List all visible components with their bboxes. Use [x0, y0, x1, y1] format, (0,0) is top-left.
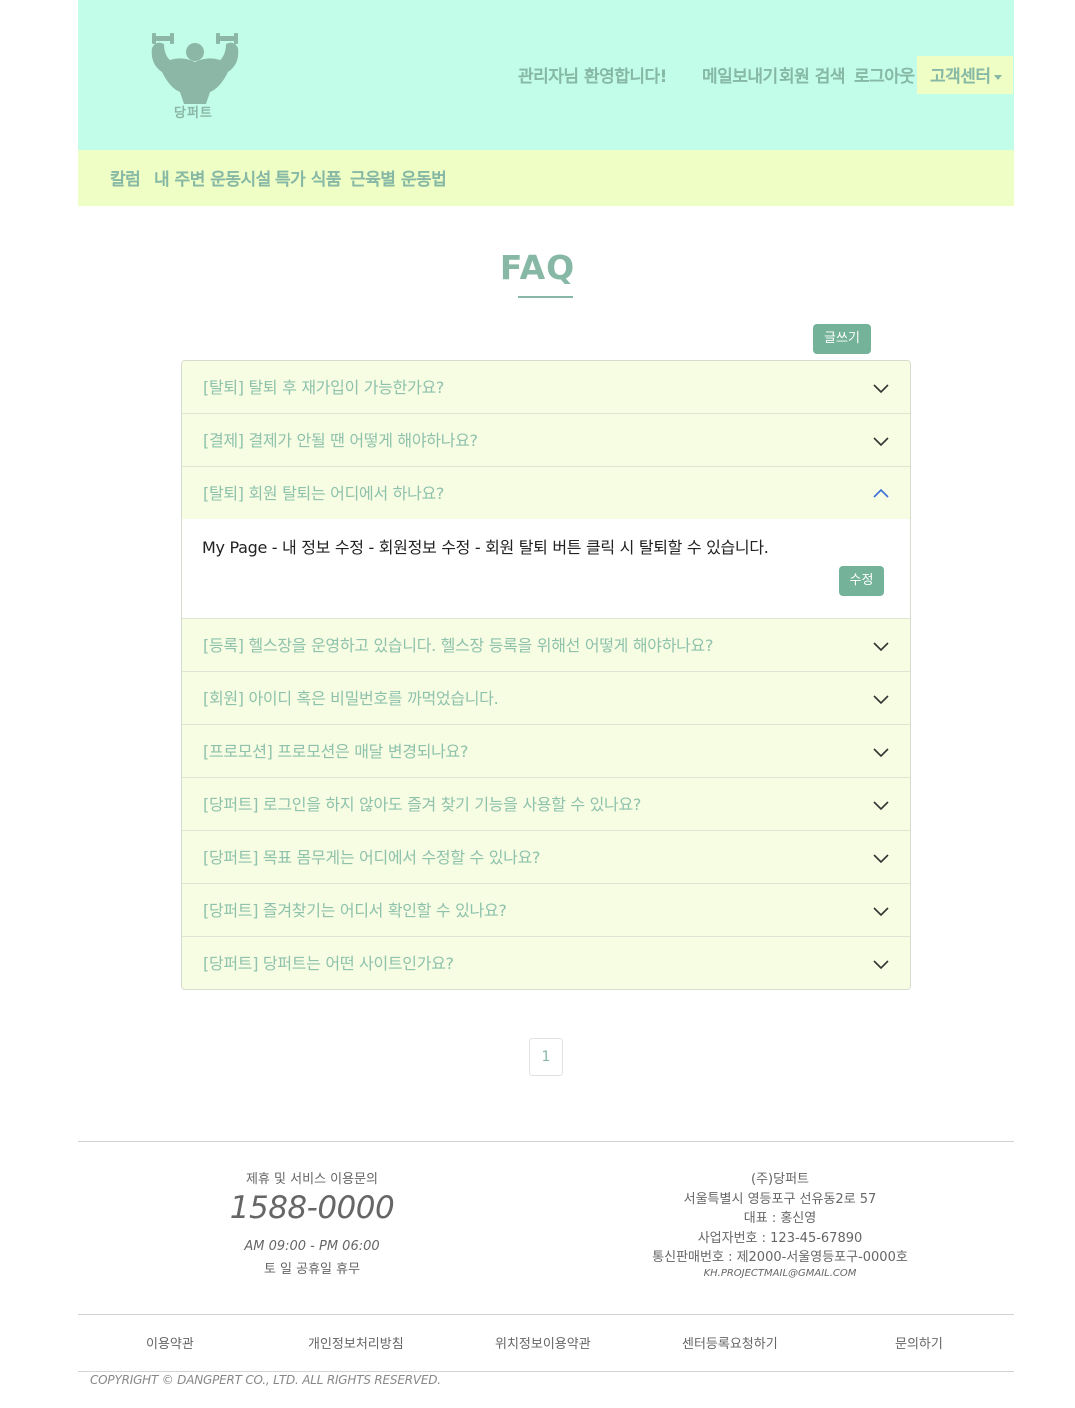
- write-button[interactable]: 글쓰기: [813, 324, 871, 354]
- faq-question: [당퍼트] 즐겨찾기는 어디서 확인할 수 있나요?: [203, 901, 507, 920]
- nav-item-nearby-gyms[interactable]: 내 주변 운동시설: [154, 165, 271, 190]
- chevron-down-icon: [873, 801, 889, 811]
- faq-item[interactable]: [당퍼트] 목표 몸무게는 어디에서 수정할 수 있나요?: [182, 831, 910, 884]
- faq-question: [회원] 아이디 혹은 비밀번호를 까먹었습니다.: [203, 689, 499, 708]
- member-search-link[interactable]: 회원 검색: [779, 62, 845, 87]
- customer-center-dropdown[interactable]: 고객센터: [917, 56, 1013, 94]
- chevron-down-icon: [873, 907, 889, 917]
- faq-question: [탈퇴] 탈퇴 후 재가입이 가능한가요?: [203, 378, 445, 397]
- faq-question: [결제] 결제가 안될 땐 어떻게 해야하나요?: [203, 431, 478, 450]
- faq-question: [당퍼트] 로그인을 하지 않아도 즐겨 찾기 기능을 사용할 수 있나요?: [203, 795, 642, 814]
- company-email[interactable]: KH.PROJECTMAIL@GMAIL.COM: [620, 1268, 940, 1279]
- nav-item-special-food[interactable]: 특가 식품: [275, 165, 341, 190]
- faq-item[interactable]: [회원] 아이디 혹은 비밀번호를 까먹었습니다.: [182, 672, 910, 725]
- site-header: 당퍼트 관리자님 환영합니다! 메일보내기 회원 검색 로그아웃 고객센터: [78, 0, 1014, 150]
- company-name: (주)당퍼트: [751, 1172, 809, 1187]
- center-registration-link[interactable]: 센터등록요청하기: [682, 1333, 778, 1352]
- welcome-message: 관리자님 환영합니다!: [518, 67, 667, 87]
- send-mail-link[interactable]: 메일보내기: [702, 62, 778, 87]
- faq-question: [당퍼트] 당퍼트는 어떤 사이트인가요?: [203, 954, 454, 973]
- nav-item-muscle-workouts[interactable]: 근육별 운동법: [350, 165, 447, 190]
- faq-question: [프로모션] 프로모션은 매달 변경되나요?: [203, 742, 469, 761]
- terms-link[interactable]: 이용약관: [146, 1333, 194, 1352]
- footer-divider: [78, 1141, 1014, 1142]
- pagination-page[interactable]: 1: [529, 1038, 563, 1076]
- faq-item[interactable]: [탈퇴] 탈퇴 후 재가입이 가능한가요?: [182, 361, 910, 414]
- faq-item[interactable]: [당퍼트] 로그인을 하지 않아도 즐겨 찾기 기능을 사용할 수 있나요?: [182, 778, 910, 831]
- chevron-down-icon: [873, 854, 889, 864]
- contact-phone: 1588-0000: [229, 1190, 395, 1226]
- caret-down-icon: [993, 74, 1002, 80]
- faq-accordion: [탈퇴] 탈퇴 후 재가입이 가능한가요? [결제] 결제가 안될 땐 어떻게 …: [181, 360, 911, 990]
- chevron-up-icon: [873, 488, 889, 498]
- company-ceo: 대표 : 홍신영: [743, 1211, 817, 1226]
- edit-button[interactable]: 수정: [839, 566, 884, 596]
- main-nav: 칼럼 내 주변 운동시설 특가 식품 근육별 운동법: [78, 150, 1014, 206]
- inquiry-link[interactable]: 문의하기: [895, 1333, 943, 1352]
- copyright-text: COPYRIGHT © DANGPERT CO., LTD. ALL RIGHT…: [90, 1373, 441, 1387]
- nav-item-column[interactable]: 칼럼: [110, 165, 141, 190]
- page-title: FAQ: [499, 248, 576, 287]
- faq-item[interactable]: [등록] 헬스장을 운영하고 있습니다. 헬스장 등록을 위해선 어떻게 해야하…: [182, 619, 910, 672]
- title-underline: [518, 296, 573, 298]
- faq-answer: My Page - 내 정보 수정 - 회원정보 수정 - 회원 탈퇴 버튼 클…: [202, 538, 769, 557]
- business-number: 사업자번호 : 123-45-67890: [697, 1231, 863, 1246]
- contact-label: 제휴 및 서비스 이용문의: [246, 1172, 378, 1187]
- location-terms-link[interactable]: 위치정보이용약관: [495, 1333, 591, 1352]
- faq-question: [당퍼트] 목표 몸무게는 어디에서 수정할 수 있나요?: [203, 848, 541, 867]
- faq-item-expanded[interactable]: [탈퇴] 회원 탈퇴는 어디에서 하나요?: [182, 467, 910, 520]
- logo-text: 당퍼트: [174, 106, 213, 121]
- faq-item[interactable]: [당퍼트] 즐겨찾기는 어디서 확인할 수 있나요?: [182, 884, 910, 937]
- business-hours: AM 09:00 - PM 06:00: [244, 1239, 380, 1254]
- faq-item[interactable]: [프로모션] 프로모션은 매달 변경되나요?: [182, 725, 910, 778]
- customer-center-label: 고객센터: [930, 67, 991, 87]
- chevron-down-icon: [873, 642, 889, 652]
- chevron-down-icon: [873, 748, 889, 758]
- faq-item[interactable]: [결제] 결제가 안될 땐 어떻게 해야하나요?: [182, 414, 910, 467]
- footer-divider: [78, 1371, 1014, 1372]
- company-address: 서울특별시 영등포구 선유동2로 57: [683, 1192, 877, 1207]
- faq-question: [등록] 헬스장을 운영하고 있습니다. 헬스장 등록을 위해선 어떻게 해야하…: [203, 636, 714, 655]
- faq-question: [탈퇴] 회원 탈퇴는 어디에서 하나요?: [203, 484, 445, 503]
- logout-link[interactable]: 로그아웃: [854, 62, 915, 87]
- mail-order-number: 통신판매번호 : 제2000-서울영등포구-0000호: [652, 1250, 908, 1265]
- faq-answer-panel: My Page - 내 정보 수정 - 회원정보 수정 - 회원 탈퇴 버튼 클…: [182, 519, 910, 619]
- privacy-policy-link[interactable]: 개인정보처리방침: [308, 1333, 404, 1352]
- chevron-down-icon: [873, 695, 889, 705]
- faq-item[interactable]: [당퍼트] 당퍼트는 어떤 사이트인가요?: [182, 937, 910, 989]
- holiday-notice: 토 일 공휴일 휴무: [263, 1262, 361, 1277]
- chevron-down-icon: [873, 437, 889, 447]
- chevron-down-icon: [873, 960, 889, 970]
- chevron-down-icon: [873, 384, 889, 394]
- footer-divider: [78, 1314, 1014, 1315]
